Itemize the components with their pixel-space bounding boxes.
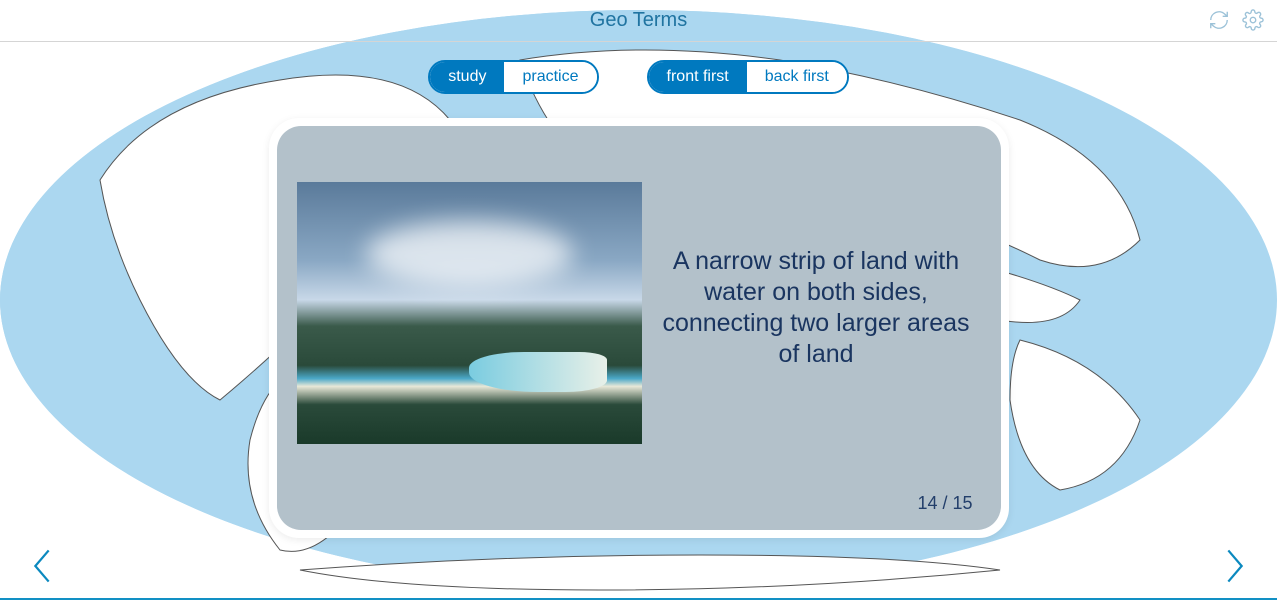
practice-button[interactable]: practice: [504, 62, 596, 92]
prev-button[interactable]: [20, 544, 64, 588]
back-first-button[interactable]: back first: [747, 62, 847, 92]
front-first-button[interactable]: front first: [649, 62, 747, 92]
flashcard-image: [297, 182, 642, 444]
mode-toggle-group: study practice: [428, 60, 598, 94]
study-button[interactable]: study: [430, 62, 504, 92]
next-button[interactable]: [1213, 544, 1257, 588]
order-toggle-group: front first back first: [647, 60, 849, 94]
refresh-icon[interactable]: [1207, 8, 1231, 32]
gear-icon[interactable]: [1241, 8, 1265, 32]
flashcard-inner: A narrow strip of land with water on bot…: [277, 126, 1001, 530]
toggle-row: study practice front first back first: [0, 60, 1277, 94]
page-indicator: 14 / 15: [917, 493, 972, 514]
header: Geo Terms: [0, 0, 1277, 42]
flashcard[interactable]: A narrow strip of land with water on bot…: [269, 118, 1009, 538]
flashcard-definition: A narrow strip of land with water on bot…: [662, 246, 981, 371]
page-title: Geo Terms: [590, 9, 687, 32]
